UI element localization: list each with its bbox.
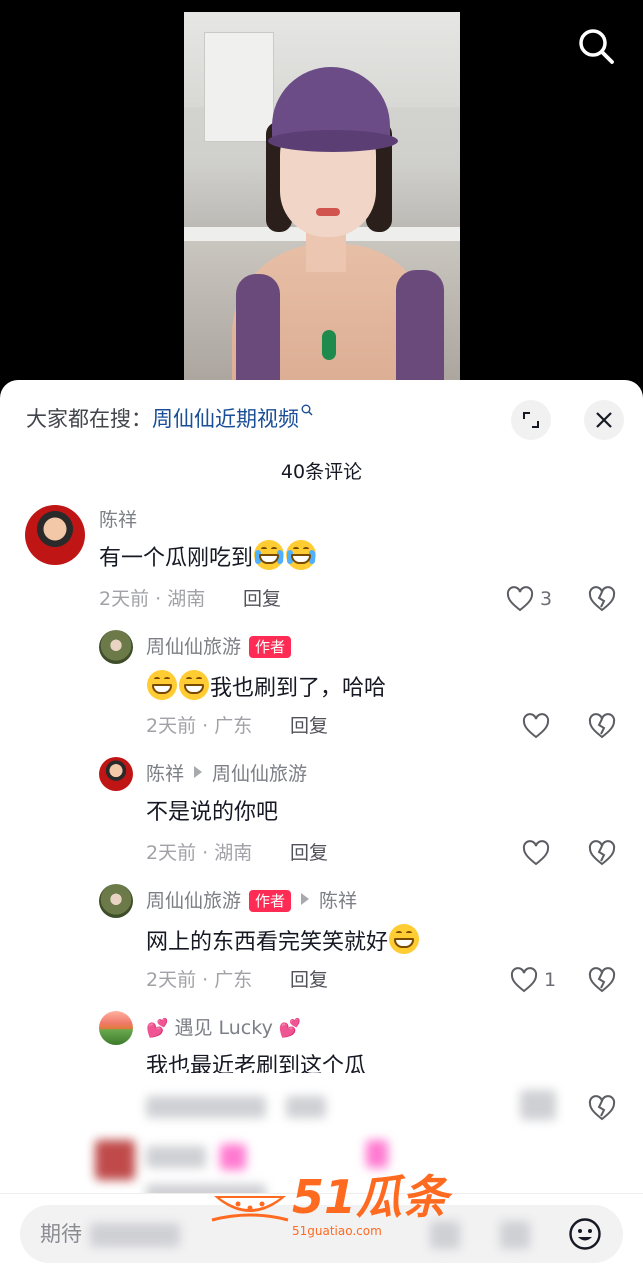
sheet-header: 大家都在搜：周仙仙近期视频: [0, 380, 643, 460]
search-suggestion-term[interactable]: 周仙仙近期视频: [152, 407, 299, 431]
comment-text: 网上的东西看完笑笑就好: [146, 930, 389, 955]
comment-time-location: 2天前 · 广东: [146, 969, 253, 991]
avatar[interactable]: [99, 1011, 133, 1045]
video-player[interactable]: [0, 0, 643, 400]
comment-sheet: 大家都在搜：周仙仙近期视频 40条评论 陈祥 有一个瓜刚吃到 2天前 · 湖南 …: [0, 380, 643, 1280]
comment-content: 我也刷到了，哈哈: [146, 670, 386, 705]
watermark-logo: 51瓜条 51guatiao.com: [210, 1170, 448, 1240]
like-button[interactable]: [522, 712, 550, 740]
heart-icon: [510, 967, 538, 993]
cry-laugh-emoji-icon: [254, 540, 285, 570]
reply-button[interactable]: 回复: [290, 840, 328, 866]
avatar[interactable]: [25, 505, 85, 565]
watermelon-logo-icon: [211, 1196, 289, 1222]
comment-text: 我也刷到了，哈哈: [210, 676, 387, 701]
search-suggestion[interactable]: 大家都在搜：周仙仙近期视频: [26, 404, 313, 434]
reply-to-nickname[interactable]: 周仙仙旅游: [212, 763, 307, 785]
grin-emoji-icon: [147, 670, 177, 700]
nickname-text: 周仙仙旅游: [146, 636, 242, 658]
watermark-url: 51guatiao.com: [292, 1224, 382, 1238]
grin-emoji-icon: [389, 924, 420, 954]
like-count: 1: [544, 969, 557, 991]
close-icon: [596, 412, 612, 428]
heart-icon: [522, 713, 550, 739]
emoji-icon[interactable]: [568, 1217, 602, 1251]
comment-text: 我也最近老刷到这个瓜: [146, 1054, 367, 1073]
comment-nickname[interactable]: 💕 遇见 Lucky 💕: [146, 1015, 301, 1042]
sparkle-heart-icon: 💕: [146, 1018, 169, 1039]
comment-content: 我也最近老刷到这个瓜: [146, 1051, 366, 1073]
comment-time-location: 2天前 · 广东: [146, 715, 253, 737]
reply-button[interactable]: 回复: [243, 586, 281, 612]
comment-nickname[interactable]: 周仙仙旅游 作者 陈祥: [146, 888, 357, 914]
like-button[interactable]: 1: [510, 966, 556, 994]
avatar[interactable]: [99, 884, 133, 918]
comment-time-location: 2天前 · 湖南: [99, 588, 206, 610]
video-thumbnail[interactable]: [184, 12, 460, 392]
like-button[interactable]: 3: [506, 585, 552, 613]
nickname-text: 周仙仙旅游: [146, 890, 242, 912]
search-icon[interactable]: [576, 26, 616, 66]
comment-nickname[interactable]: 陈祥 周仙仙旅游: [146, 761, 307, 787]
heart-icon: [522, 840, 550, 866]
heart-icon: [506, 586, 534, 612]
like-count: 3: [540, 588, 553, 610]
cry-laugh-emoji-icon: [286, 540, 317, 570]
reply-arrow-icon: [301, 893, 310, 905]
expand-icon: [523, 412, 539, 428]
like-button[interactable]: [522, 839, 550, 867]
author-badge: 作者: [249, 890, 292, 912]
comment-text: 不是说的你吧: [146, 800, 279, 825]
comment-text: 有一个瓜刚吃到: [99, 546, 254, 571]
reply-to-nickname[interactable]: 陈祥: [319, 890, 357, 912]
comment-content: 网上的东西看完笑笑就好: [146, 924, 420, 959]
broken-heart-icon[interactable]: [588, 1094, 616, 1122]
comment-time-location: 2天前 · 湖南: [146, 842, 253, 864]
broken-heart-icon[interactable]: [588, 839, 616, 867]
watermark-brand: 51瓜条: [292, 1170, 449, 1224]
comment-input-placeholder: 期待: [40, 1222, 82, 1246]
comment-content: 有一个瓜刚吃到: [99, 540, 317, 575]
reply-button[interactable]: 回复: [290, 967, 328, 993]
author-badge: 作者: [249, 636, 292, 658]
avatar[interactable]: [99, 757, 133, 791]
comment-count-title: 40条评论: [280, 461, 363, 483]
search-suggestion-prefix: 大家都在搜：: [26, 407, 152, 431]
grin-emoji-icon: [179, 670, 209, 700]
broken-heart-icon[interactable]: [588, 585, 616, 613]
mini-search-icon: [301, 404, 313, 416]
comment-nickname[interactable]: 陈祥: [99, 507, 137, 533]
broken-heart-icon[interactable]: [588, 966, 616, 994]
reply-arrow-icon: [194, 766, 203, 778]
nickname-text: 陈祥: [146, 763, 185, 785]
avatar[interactable]: [99, 630, 133, 664]
comment-content: 不是说的你吧: [146, 797, 278, 829]
expand-button[interactable]: [511, 400, 551, 440]
reply-button[interactable]: 回复: [290, 713, 328, 739]
close-button[interactable]: [584, 400, 624, 440]
nickname-text: 遇见 Lucky: [174, 1017, 273, 1039]
broken-heart-icon[interactable]: [588, 712, 616, 740]
sparkle-heart-icon: 💕: [278, 1018, 302, 1039]
comment-nickname[interactable]: 周仙仙旅游 作者: [146, 634, 292, 660]
